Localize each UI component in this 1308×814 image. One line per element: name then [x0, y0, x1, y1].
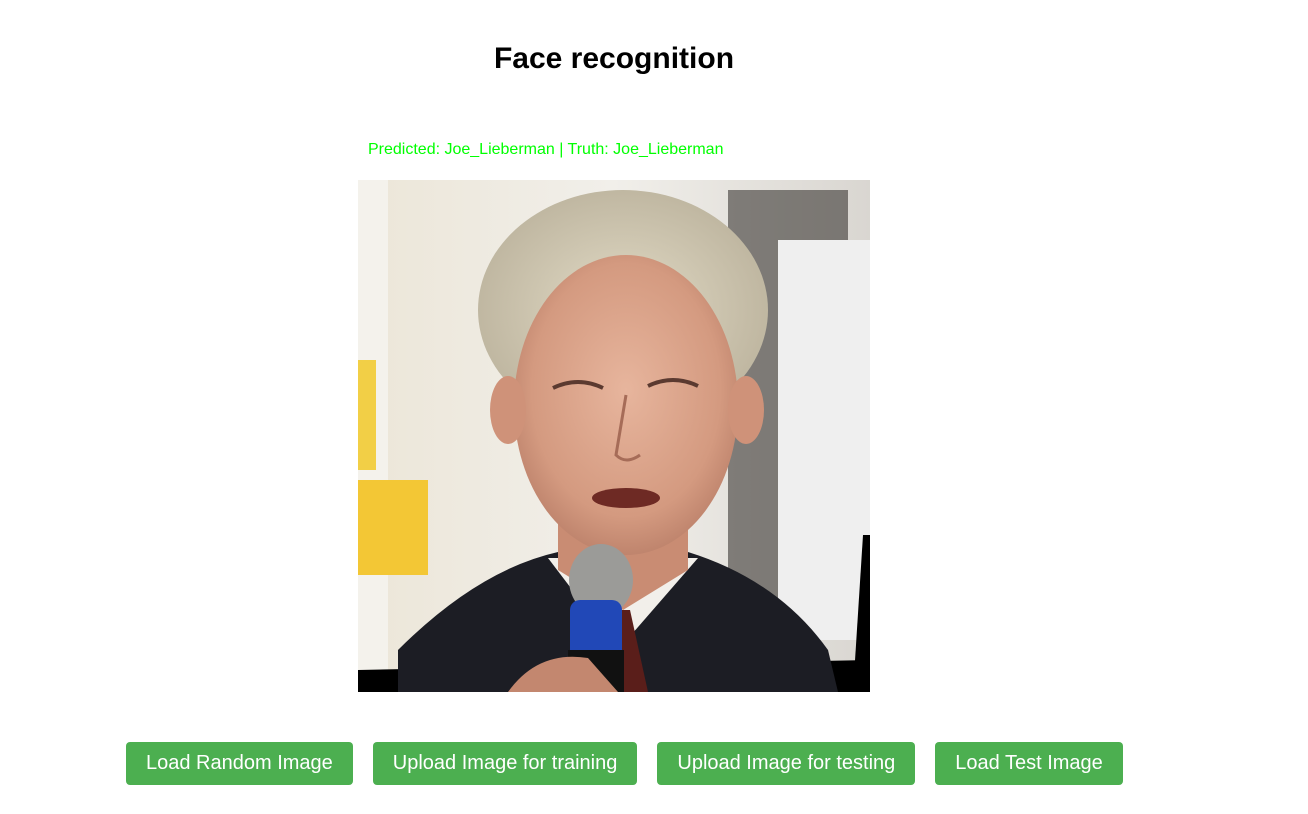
load-test-image-button[interactable]: Load Test Image	[935, 742, 1123, 785]
prediction-result: Predicted: Joe_Lieberman | Truth: Joe_Li…	[368, 141, 724, 158]
page-title: Face recognition	[493, 42, 735, 75]
face-photo	[358, 180, 870, 692]
page: Face recognition Predicted: Joe_Lieberma…	[0, 0, 1308, 814]
action-bar: Load Random Image Upload Image for train…	[126, 742, 1123, 785]
upload-training-image-button[interactable]: Upload Image for training	[372, 742, 638, 785]
upload-testing-image-button[interactable]: Upload Image for testing	[657, 742, 916, 785]
face-photo-illustration	[358, 180, 870, 692]
load-random-image-button[interactable]: Load Random Image	[126, 742, 353, 785]
